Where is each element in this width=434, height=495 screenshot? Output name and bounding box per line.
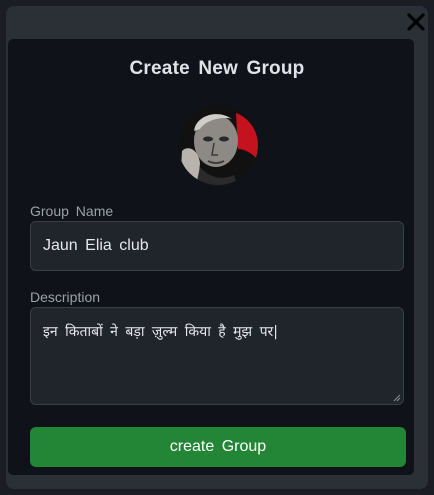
group-name-label: Group Name [30, 203, 114, 219]
close-button[interactable] [404, 10, 428, 34]
group-name-input[interactable]: Jaun Elia club [30, 221, 404, 271]
avatar-image [178, 105, 258, 185]
description-text: इन किताबों ने बड़ा ज़ुल्म किया है मुझ पर… [43, 324, 278, 340]
description-label: Description [30, 289, 101, 305]
create-group-button[interactable]: create Group [30, 427, 406, 467]
description-textarea[interactable]: इन किताबों ने बड़ा ज़ुल्म किया है मुझ पर… [30, 307, 404, 405]
dialog-title: Create New Group [129, 58, 305, 79]
close-icon [407, 13, 425, 31]
resize-handle-icon[interactable] [393, 394, 401, 402]
group-avatar[interactable] [178, 105, 258, 185]
